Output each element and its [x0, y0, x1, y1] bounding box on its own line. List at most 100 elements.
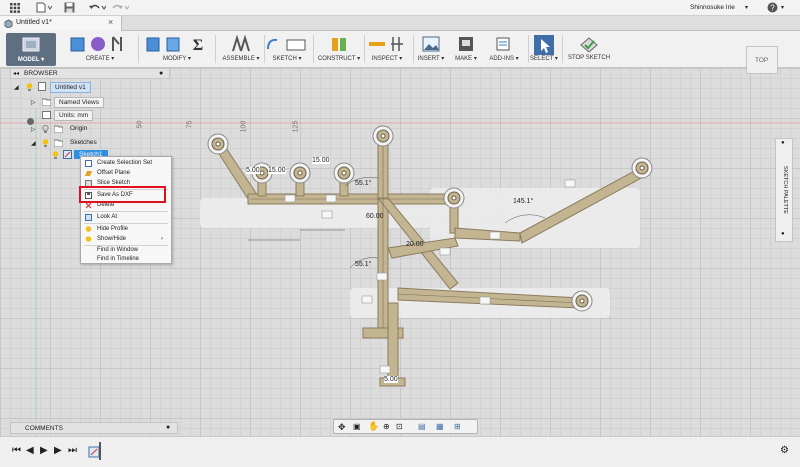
document-icon [4, 19, 13, 30]
delete-icon [85, 202, 92, 209]
select-menu[interactable]: SELECT ▾ [528, 35, 560, 66]
dimension-label[interactable]: 55.1° [355, 261, 371, 268]
collapse-triangle-icon[interactable]: ◢ [31, 140, 36, 147]
browser-options-icon[interactable]: ● [159, 70, 163, 77]
model-workspace-icon [6, 36, 56, 54]
dimension-label[interactable]: 15.00 [268, 167, 286, 174]
ruler-label: 75 [186, 120, 194, 129]
lightbulb-icon[interactable] [42, 139, 49, 149]
menu-item-offset-plane[interactable]: Offset Plane [81, 168, 171, 178]
go-to-start-icon[interactable]: ⏮ [12, 445, 21, 456]
sketches-label[interactable]: Sketches [70, 139, 97, 146]
palette-expand-icon[interactable]: ● [781, 231, 785, 237]
menu-item-look-at[interactable]: Look At [81, 212, 171, 222]
document-tab[interactable]: Untitled v1* × [0, 16, 122, 31]
red-highlight-box [79, 186, 166, 203]
title-bar: Shinnosuke Irie ▾ ? ▾ [0, 0, 800, 16]
modify-menu[interactable]: Σ MODIFY ▾ [141, 35, 213, 66]
insert-label: INSERT [417, 56, 440, 62]
stop-sketch-button[interactable]: STOP SKETCH [565, 35, 613, 66]
lightbulb-off-icon[interactable] [42, 124, 49, 135]
comments-label: COMMENTS [25, 425, 63, 432]
menu-item-label: Create Selection Set [97, 160, 153, 166]
document-settings-icon [42, 111, 51, 121]
look-at-icon[interactable]: ▣ [353, 422, 361, 431]
sketch-palette-label: SKETCH PALETTE [782, 166, 788, 214]
dimension-label[interactable]: 5.00 [246, 167, 260, 174]
construct-menu[interactable]: CONSTRUCT ▾ [315, 35, 363, 66]
collapse-icon[interactable]: ◂◂ [13, 70, 19, 77]
lightbulb-icon[interactable] [26, 83, 33, 93]
lightbulb-icon[interactable] [52, 151, 59, 161]
timeline-settings-icon[interactable]: ⚙ [780, 445, 789, 456]
go-to-end-icon[interactable]: ⏭ [68, 445, 77, 456]
expand-triangle-icon[interactable]: ▷ [31, 126, 36, 133]
navigation-bar: ✥ ▣ ✋ ⊕ ⊡ ▤ ▦ ⊞ [333, 419, 478, 434]
collapse-triangle-icon[interactable]: ◢ [14, 84, 19, 91]
comments-panel[interactable]: COMMENTS ● [10, 422, 178, 434]
named-views-label[interactable]: Named Views [54, 97, 104, 108]
sketch-palette-tab[interactable]: ● SKETCH PALETTE ● [775, 138, 793, 242]
comments-options-icon[interactable]: ● [166, 424, 170, 431]
construct-icon [315, 35, 363, 53]
menu-item-label: Find in Window [97, 247, 139, 253]
expand-triangle-icon[interactable]: ▷ [31, 99, 36, 106]
view-cube-label: TOP [755, 57, 769, 64]
apps-grid-icon[interactable] [10, 3, 20, 15]
undo-icon[interactable] [88, 2, 107, 15]
zoom-icon[interactable]: ⊕ [383, 422, 390, 431]
workspace-switcher[interactable]: MODEL ▾ [6, 33, 56, 66]
file-menu-icon[interactable] [36, 2, 53, 15]
submenu-chevron-icon: › [161, 236, 163, 242]
assemble-menu[interactable]: ASSEMBLE ▾ [218, 34, 264, 66]
make-menu[interactable]: MAKE ▾ [449, 35, 483, 66]
inspect-menu[interactable]: INSPECT ▾ [362, 35, 412, 66]
create-menu[interactable]: CREATE ▾ [64, 35, 136, 66]
dimension-label[interactable]: 5.00 [384, 376, 398, 383]
add-ins-menu[interactable]: ADD-INS ▾ [482, 35, 526, 66]
context-menu: Create Selection Set Offset Plane Slice … [80, 156, 172, 264]
grid-settings-icon[interactable]: ▦ [436, 422, 444, 431]
step-forward-icon[interactable]: ▶ [54, 445, 62, 456]
units-label[interactable]: Units: mm [54, 110, 94, 121]
user-name[interactable]: Shinnosuke Irie [690, 4, 735, 11]
menu-item-hide-profile[interactable]: Hide Profile [81, 224, 171, 234]
dimension-label[interactable]: 15.00 [312, 157, 330, 164]
help-icon[interactable]: ? [767, 2, 778, 15]
origin-label[interactable]: Origin [70, 125, 87, 132]
toolbar-ribbon: MODEL ▾ CREATE ▾ Σ MODIFY ▾ ASSEMBLE ▾ S… [0, 31, 800, 68]
viewports-icon[interactable]: ⊞ [454, 422, 461, 431]
browser-panel-header[interactable]: ◂◂ BROWSER ● [10, 68, 170, 79]
menu-item-create-selection-set[interactable]: Create Selection Set [81, 158, 171, 168]
insert-menu[interactable]: INSERT ▾ [412, 35, 450, 66]
document-tab-bar: Untitled v1* × [0, 16, 800, 31]
redo-icon[interactable] [112, 2, 130, 15]
document-tab-title: Untitled v1* [16, 19, 52, 26]
timeline-bar: ⏮ ◀ ▶ ▶ ⏭ ⚙ [0, 436, 800, 467]
root-component-label[interactable]: Untitled v1 [50, 82, 91, 93]
stop-sketch-label: STOP SKETCH [567, 55, 611, 61]
palette-options-icon[interactable]: ● [781, 140, 785, 146]
view-cube[interactable]: TOP [746, 46, 778, 74]
sketch-menu[interactable]: SKETCH ▾ [262, 35, 312, 66]
create-tools-icon [64, 35, 136, 53]
close-tab-icon[interactable]: × [108, 17, 113, 27]
help-dropdown-icon[interactable]: ▾ [781, 4, 784, 11]
zoom-window-icon[interactable]: ⊡ [396, 422, 403, 431]
dimension-label[interactable]: 145.1° [513, 198, 533, 205]
save-icon[interactable] [64, 2, 75, 15]
menu-item-find-in-timeline[interactable]: Find in Timeline [81, 254, 171, 264]
dimension-label[interactable]: 20.00 [406, 241, 424, 248]
timeline-sketch-feature-icon[interactable] [88, 442, 102, 462]
pan-hand-icon[interactable]: ✋ [368, 421, 379, 432]
menu-item-show-hide[interactable]: Show/Hide › [81, 234, 171, 244]
dimension-label[interactable]: 60.00 [366, 213, 384, 220]
play-icon[interactable]: ▶ [40, 445, 48, 456]
dimension-label[interactable]: 55.1° [355, 180, 371, 187]
sketch-label: SKETCH [272, 56, 297, 62]
sketch-tools-icon [262, 35, 312, 53]
orbit-icon[interactable]: ✥ [338, 422, 346, 433]
display-settings-icon[interactable]: ▤ [418, 422, 426, 431]
user-dropdown-icon[interactable]: ▾ [745, 4, 748, 11]
step-back-icon[interactable]: ◀ [26, 445, 34, 456]
